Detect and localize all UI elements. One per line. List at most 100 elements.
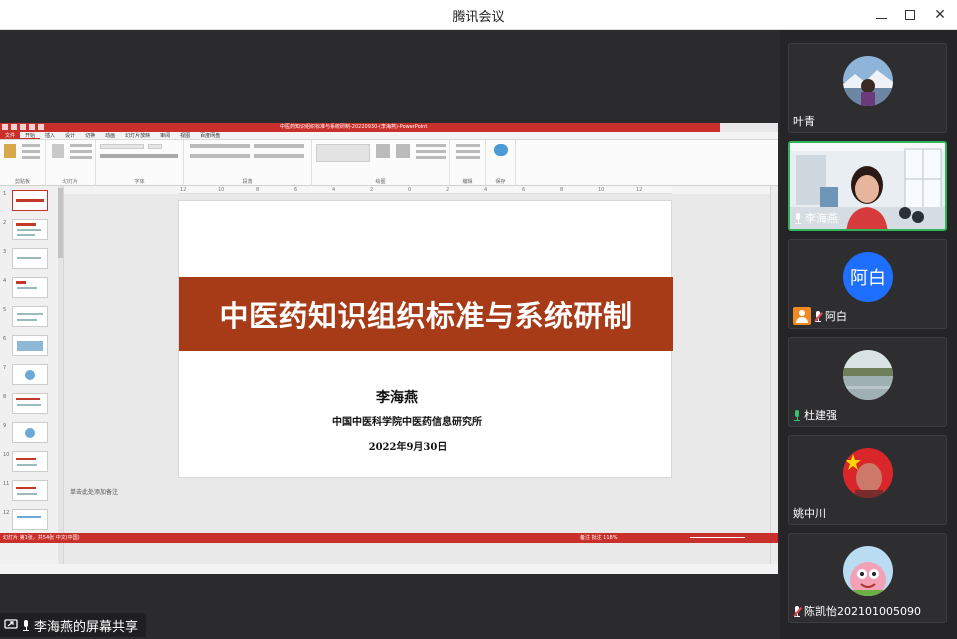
status-left: 幻灯片 第1张，共54张 中文(中国) [3,535,80,541]
align-buttons[interactable] [190,154,250,158]
copy-icon[interactable] [22,150,40,153]
font-format-buttons[interactable] [100,154,178,158]
maximize-icon [905,10,915,20]
arrange-icon[interactable] [376,144,390,158]
ribbon-group-clipboard: 剪贴板 [0,140,46,186]
screen-share-label: 李海燕的屏幕共享 [0,613,146,637]
shape-effects-button[interactable] [416,156,446,159]
slide-thumbnail[interactable]: 4 [3,277,48,298]
replace-button[interactable] [456,150,480,153]
smartart-button[interactable] [254,154,304,158]
list-buttons[interactable] [190,144,250,148]
participant-tile[interactable]: 阿白 阿白 [788,239,947,329]
quick-access-toolbar [2,124,44,130]
shapes-gallery[interactable] [316,144,370,162]
slide-thumbnail[interactable]: 10 [3,451,48,472]
microphone-icon [794,212,802,224]
slide-thumbnail[interactable]: 3 [3,248,48,269]
tab-file[interactable]: 文件 [0,132,21,139]
ribbon-group-slides: 幻灯片 [46,140,96,186]
slide-date: 2022年9月30日 [368,442,448,453]
font-size-select[interactable] [148,144,162,149]
participant-tile[interactable]: 姚中川 [788,435,947,525]
participants-panel: 叶青 李海燕 阿白 阿白 杜建强 姚中川 陈凯怡202101005090 [780,30,957,639]
slide-thumbnail[interactable]: 9 [3,422,48,443]
participant-name: 阿白 [793,307,847,325]
new-slide-icon[interactable] [52,144,64,158]
tab-animations[interactable]: 动画 [100,132,120,139]
avatar [843,56,893,106]
microphone-active-icon [793,409,801,421]
paste-icon[interactable] [4,144,16,158]
slide-thumbnail[interactable]: 1 [3,190,48,211]
group-label: 字体 [134,179,145,185]
find-button[interactable] [456,144,480,147]
group-label: 编辑 [462,179,473,185]
window-title: 腾讯会议 [452,10,505,25]
participant-name: 叶青 [793,115,815,128]
participant-tile[interactable]: 陈凯怡202101005090 [788,533,947,623]
slide-thumbnail[interactable]: 12 [3,509,48,530]
tab-view[interactable]: 视图 [175,132,195,139]
close-icon: ✕ [934,7,946,23]
horizontal-ruler: 12 10 8 6 4 2 0 2 4 6 8 10 12 [178,186,672,194]
participant-name: 姚中川 [793,507,826,520]
slide-thumbnail[interactable]: 2 [3,219,48,240]
microphone-muted-icon [793,605,801,617]
participant-tile[interactable]: 李海燕 [788,141,947,231]
ribbon-group-save: 保存 [486,140,516,186]
tab-home[interactable]: 开始 [20,132,41,139]
ppt-title-bar: 中医药知识组织标准与系统研制-20220930-(李海燕)-PowerPoint [0,123,778,132]
zoom-slider[interactable] [690,537,745,538]
notes-placeholder[interactable]: 单击此处添加备注 [70,487,118,496]
quick-styles-icon[interactable] [396,144,410,158]
reset-icon[interactable] [70,150,92,153]
shape-outline-button[interactable] [416,150,446,153]
tab-review[interactable]: 审阅 [155,132,175,139]
select-button[interactable] [456,156,480,159]
tab-baidu[interactable]: 百度网盘 [195,132,225,139]
slide-thumbnail[interactable]: 7 [3,364,48,385]
participant-name: 杜建强 [793,407,837,423]
tab-slideshow[interactable]: 幻灯片放映 [120,132,155,139]
host-icon [793,307,811,325]
format-painter-icon[interactable] [22,156,40,159]
tab-design[interactable]: 设计 [60,132,80,139]
section-icon[interactable] [70,156,92,159]
ribbon-group-editing: 编辑 [450,140,486,186]
participant-name: 陈凯怡202101005090 [793,603,921,619]
avatar [843,448,893,498]
title-bar: 腾讯会议 ✕ [0,0,957,30]
minimize-button[interactable] [870,4,892,26]
participant-tile[interactable]: 叶青 [788,43,947,133]
slide-scrollbar[interactable] [770,186,778,564]
shape-fill-button[interactable] [416,144,446,147]
cut-icon[interactable] [22,144,40,147]
tab-insert[interactable]: 插入 [40,132,60,139]
tab-transitions[interactable]: 切换 [80,132,100,139]
slide-canvas[interactable]: 中医药知识组织标准与系统研制 李海燕 中国中医科学院中医药信息研究所 2022年… [178,200,673,478]
close-button[interactable]: ✕ [929,4,951,26]
status-right: 备注 批注 118% [580,535,618,541]
participant-tile[interactable]: 杜建强 [788,337,947,427]
screen-share-icon [4,619,18,629]
cloud-save-icon[interactable] [494,144,508,156]
slide-thumbnail[interactable]: 6 [3,335,48,356]
shared-screen-area: 中医药知识组织标准与系统研制-20220930-(李海燕)-PowerPoint… [0,30,780,639]
layout-icon[interactable] [70,144,92,147]
font-name-select[interactable] [100,144,144,149]
participant-name: 李海燕 [794,210,838,226]
slide-thumbnail[interactable]: 11 [3,480,48,501]
slide-thumbnail-pane: 1 2 3 4 5 6 7 8 9 10 11 12 [0,186,64,564]
thumbnail-scrollbar[interactable] [58,186,63,564]
slide-author: 李海燕 [376,390,418,406]
maximize-button[interactable] [899,4,921,26]
ppt-status-bar: 幻灯片 第1张，共54张 中文(中国) 备注 批注 118% [0,533,778,543]
ppt-ribbon: 剪贴板 幻灯片 字体 段落 绘图 编辑 保存 [0,140,778,186]
text-direction-button[interactable] [254,144,304,148]
slide-institution: 中国中医科学院中医药信息研究所 [332,417,482,428]
slide-thumbnail[interactable]: 8 [3,393,48,414]
ribbon-group-paragraph: 段落 [184,140,312,186]
slide-thumbnail[interactable]: 5 [3,306,48,327]
ribbon-group-font: 字体 [96,140,184,186]
